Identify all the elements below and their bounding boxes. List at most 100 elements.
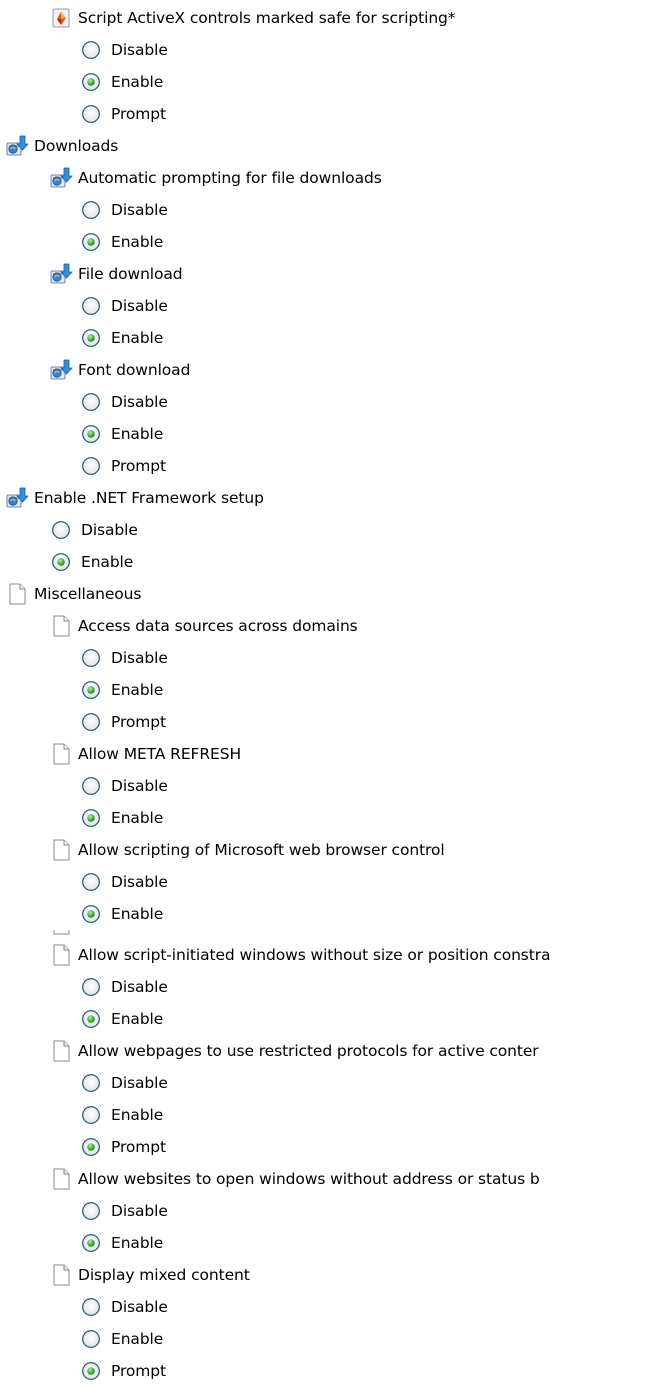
setting-label: Font download — [78, 361, 191, 379]
document-icon — [53, 930, 70, 935]
setting-allow-meta-refresh[interactable]: Allow META REFRESH — [49, 738, 241, 770]
radio-checked-icon[interactable] — [81, 328, 101, 348]
option-allow-websites-to-open-windows-without-a-enable[interactable]: Enable — [81, 1227, 163, 1259]
download-icon — [50, 167, 73, 188]
option-file-download-disable[interactable]: Disable — [81, 290, 168, 322]
radio-checked-icon[interactable] — [81, 72, 101, 92]
option-allow-scripting-of-microsoft-web-browser-disable[interactable]: Disable — [81, 866, 168, 898]
option-label: Enable — [81, 553, 134, 571]
document-icon — [53, 1264, 70, 1286]
option-label: Disable — [111, 777, 168, 795]
setting-automatic-prompting-for-file-downloads[interactable]: Automatic prompting for file downloads — [49, 162, 382, 194]
option-font-download-disable[interactable]: Disable — [81, 386, 168, 418]
radio-unchecked-icon[interactable] — [81, 872, 101, 892]
option-automatic-prompting-for-file-downloads-disable[interactable]: Disable — [81, 194, 168, 226]
category-label: Enable .NET Framework setup — [34, 489, 264, 507]
option-allow-meta-refresh-enable[interactable]: Enable — [81, 802, 163, 834]
document-icon — [53, 944, 70, 966]
option-access-data-sources-across-domains-enable[interactable]: Enable — [81, 674, 163, 706]
setting-label: Display mixed content — [78, 1266, 250, 1284]
option-allow-script-initiated-windows-without-s-enable[interactable]: Enable — [81, 1003, 163, 1035]
radio-checked-icon[interactable] — [81, 232, 101, 252]
option-allow-websites-to-open-windows-without-a-disable[interactable]: Disable — [81, 1195, 168, 1227]
partial-node-icon — [22, 0, 42, 4]
radio-unchecked-icon[interactable] — [81, 977, 101, 997]
option-display-mixed-content-enable[interactable]: Enable — [81, 1323, 163, 1355]
option-allow-webpages-to-use-restricted-protoco-enable[interactable]: Enable — [81, 1099, 163, 1131]
option-font-download-prompt[interactable]: Prompt — [81, 450, 166, 482]
category-label: Downloads — [34, 137, 119, 155]
radio-checked-icon[interactable] — [81, 424, 101, 444]
option-label: Enable — [111, 329, 164, 347]
option-file-download-enable[interactable]: Enable — [81, 322, 163, 354]
option-enable-net-framework-setup-enable[interactable]: Enable — [51, 546, 133, 578]
radio-unchecked-icon[interactable] — [81, 296, 101, 316]
option-label: Prompt — [111, 105, 167, 123]
setting-allow-script-initiated-windows-without-s[interactable]: Allow script-initiated windows without s… — [49, 939, 551, 971]
setting-label: Allow META REFRESH — [78, 745, 242, 763]
option-label: Disable — [81, 521, 138, 539]
setting-display-mixed-content[interactable]: Display mixed content — [49, 1259, 250, 1291]
radio-checked-icon[interactable] — [81, 1137, 101, 1157]
radio-unchecked-icon[interactable] — [81, 200, 101, 220]
option-access-data-sources-across-domains-prompt[interactable]: Prompt — [81, 706, 166, 738]
setting-script-activex-controls-marked-safe-for-[interactable]: Script ActiveX controls marked safe for … — [49, 2, 456, 34]
option-allow-meta-refresh-disable[interactable]: Disable — [81, 770, 168, 802]
setting-label: Allow websites to open windows without a… — [78, 1170, 540, 1188]
scroll-cut-row — [49, 930, 73, 936]
option-allow-scripting-of-microsoft-web-browser-enable[interactable]: Enable — [81, 898, 163, 930]
option-script-activex-controls-marked-safe-for--disable[interactable]: Disable — [81, 34, 168, 66]
radio-unchecked-icon[interactable] — [81, 1073, 101, 1093]
option-access-data-sources-across-domains-disable[interactable]: Disable — [81, 642, 168, 674]
radio-unchecked-icon[interactable] — [81, 1105, 101, 1125]
radio-checked-icon[interactable] — [81, 904, 101, 924]
radio-unchecked-icon[interactable] — [81, 1297, 101, 1317]
option-label: Prompt — [111, 1362, 167, 1380]
option-label: Enable — [111, 681, 164, 699]
radio-unchecked-icon[interactable] — [81, 648, 101, 668]
option-allow-webpages-to-use-restricted-protoco-prompt[interactable]: Prompt — [81, 1131, 166, 1163]
radio-unchecked-icon[interactable] — [81, 712, 101, 732]
document-icon — [53, 1040, 70, 1062]
setting-allow-websites-to-open-windows-without-a[interactable]: Allow websites to open windows without a… — [49, 1163, 540, 1195]
radio-unchecked-icon[interactable] — [81, 392, 101, 412]
option-label: Enable — [111, 425, 164, 443]
radio-unchecked-icon[interactable] — [81, 1201, 101, 1221]
radio-checked-icon[interactable] — [81, 1233, 101, 1253]
radio-unchecked-icon[interactable] — [51, 520, 71, 540]
setting-font-download[interactable]: Font download — [49, 354, 190, 386]
option-script-activex-controls-marked-safe-for--enable[interactable]: Enable — [81, 66, 163, 98]
option-display-mixed-content-disable[interactable]: Disable — [81, 1291, 168, 1323]
option-script-activex-controls-marked-safe-for--prompt[interactable]: Prompt — [81, 98, 166, 130]
radio-unchecked-icon[interactable] — [81, 456, 101, 476]
radio-unchecked-icon[interactable] — [81, 104, 101, 124]
radio-checked-icon[interactable] — [81, 1361, 101, 1381]
radio-unchecked-icon[interactable] — [81, 776, 101, 796]
option-allow-webpages-to-use-restricted-protoco-disable[interactable]: Disable — [81, 1067, 168, 1099]
option-allow-script-initiated-windows-without-s-disable[interactable]: Disable — [81, 971, 168, 1003]
option-label: Disable — [111, 297, 168, 315]
option-enable-net-framework-setup-disable[interactable]: Disable — [51, 514, 138, 546]
option-label: Enable — [111, 1106, 164, 1124]
option-display-mixed-content-prompt[interactable]: Prompt — [81, 1355, 166, 1387]
category-miscellaneous[interactable]: Miscellaneous — [5, 578, 141, 610]
category-downloads[interactable]: Downloads — [5, 130, 118, 162]
setting-access-data-sources-across-domains[interactable]: Access data sources across domains — [49, 610, 358, 642]
radio-checked-icon[interactable] — [81, 1009, 101, 1029]
setting-label: Access data sources across domains — [78, 617, 358, 635]
setting-file-download[interactable]: File download — [49, 258, 183, 290]
radio-unchecked-icon[interactable] — [81, 40, 101, 60]
security-settings-tree: Script ActiveX controls marked safe for … — [0, 0, 664, 1387]
category-enable-net-framework-setup[interactable]: Enable .NET Framework setup — [5, 482, 264, 514]
radio-checked-icon[interactable] — [81, 680, 101, 700]
download-icon — [50, 359, 73, 380]
radio-checked-icon[interactable] — [81, 808, 101, 828]
radio-checked-icon[interactable] — [51, 552, 71, 572]
option-automatic-prompting-for-file-downloads-enable[interactable]: Enable — [81, 226, 163, 258]
category-label: Miscellaneous — [34, 585, 142, 603]
setting-allow-webpages-to-use-restricted-protoco[interactable]: Allow webpages to use restricted protoco… — [49, 1035, 539, 1067]
option-font-download-enable[interactable]: Enable — [81, 418, 163, 450]
option-label: Enable — [111, 809, 164, 827]
setting-allow-scripting-of-microsoft-web-browser[interactable]: Allow scripting of Microsoft web browser… — [49, 834, 445, 866]
radio-unchecked-icon[interactable] — [81, 1329, 101, 1349]
